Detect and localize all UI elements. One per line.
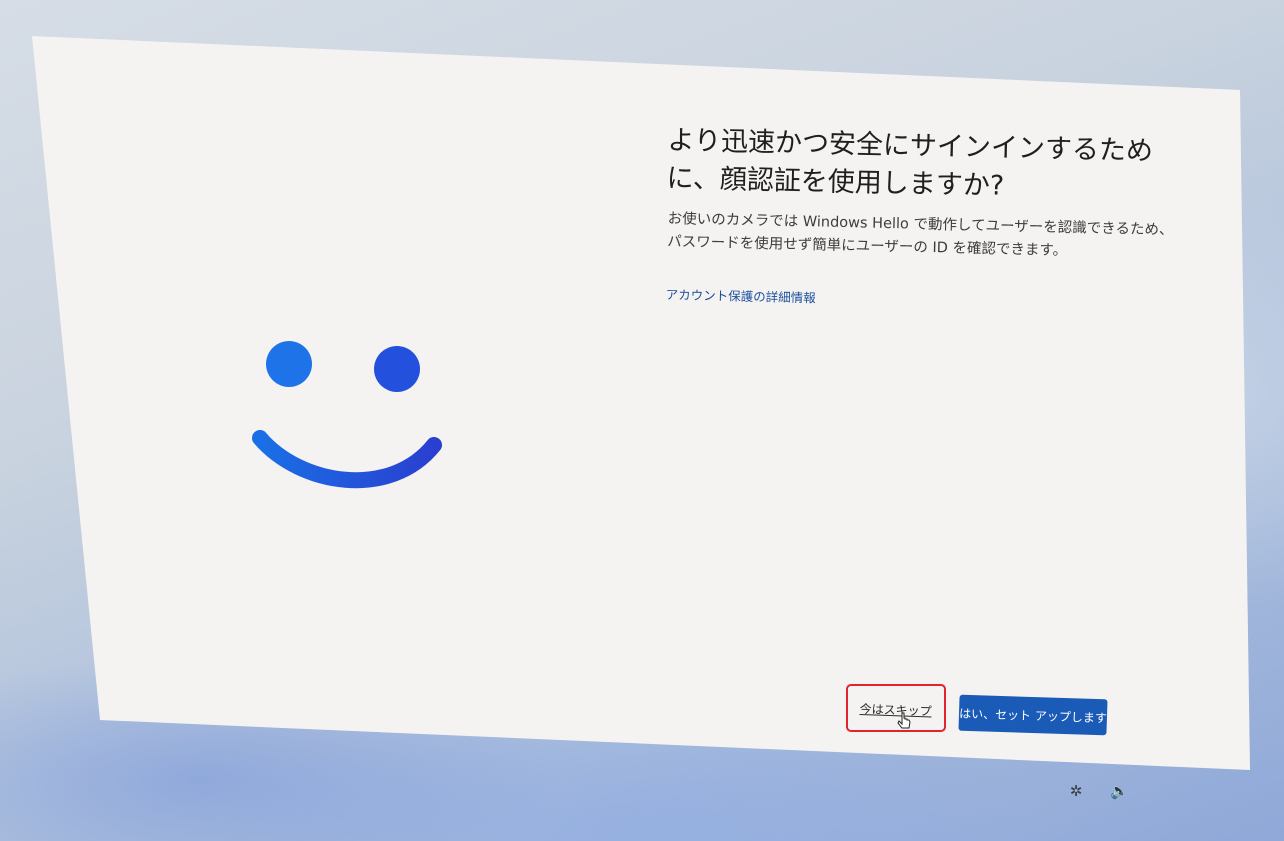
setup-dialog: より迅速かつ安全にサインインするために、顔認証を使用しますか? お使いのカメラで… xyxy=(0,0,1284,841)
dialog-description: お使いのカメラでは Windows Hello で動作してユーザーを認識できるた… xyxy=(667,210,1174,260)
account-protection-link[interactable]: アカウント保護の詳細情報 xyxy=(666,284,816,306)
confirm-setup-button[interactable]: はい、セット アップします xyxy=(958,694,1108,736)
dialog-title: より迅速かつ安全にサインインするために、顔認証を使用しますか? xyxy=(666,124,1154,202)
right-eye-icon xyxy=(374,346,420,392)
smile-mouth-icon xyxy=(252,430,442,489)
skip-button-label: 今はスキップ xyxy=(859,701,932,719)
left-eye-icon xyxy=(266,341,312,387)
accessibility-icon[interactable]: ✲ xyxy=(1067,782,1085,800)
smiley-face-icon xyxy=(252,341,442,489)
skip-button[interactable]: 今はスキップ xyxy=(846,684,946,732)
volume-icon[interactable]: 🔈 xyxy=(1110,782,1129,800)
